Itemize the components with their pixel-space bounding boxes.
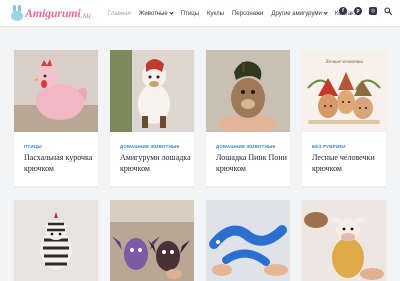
nav-item-characters[interactable]: Персонажи [232, 11, 263, 17]
post-category[interactable]: ДОМАШНИЕ ЖИВОТНЫЕ [216, 144, 276, 149]
nav-item-dolls[interactable]: Куклы [207, 11, 224, 17]
post-category[interactable]: БЕЗ РУБРИКИ [312, 144, 346, 149]
post-thumbnail[interactable] [302, 200, 386, 281]
post-thumbnail[interactable] [14, 50, 98, 132]
post-thumbnail[interactable] [110, 50, 194, 132]
main-nav: Главная Животные Птицы Куклы Персонажи Д… [108, 0, 369, 27]
nav-label: Куклы [206, 10, 224, 17]
nav-item-home[interactable]: Главная [108, 11, 131, 17]
post-card[interactable] [14, 200, 98, 281]
post-card[interactable] [206, 200, 290, 281]
post-card[interactable] [110, 200, 194, 281]
nav-item-other-amigurumi[interactable]: Другие амигуруми [271, 10, 328, 17]
nav-item-birds[interactable]: Птицы [181, 11, 199, 17]
logo-tld: .su [80, 9, 91, 20]
post-category[interactable]: ДОМАШНИЕ ЖИВОТНЫЕ [120, 144, 180, 149]
nav-item-animals[interactable]: Животные [138, 10, 174, 17]
pinterest-icon[interactable]: p [354, 7, 362, 15]
post-title[interactable]: Лошадка Пинк Пони крючком [216, 152, 290, 174]
post-thumbnail[interactable] [206, 200, 290, 281]
post-thumbnail[interactable] [110, 200, 194, 281]
site-logo[interactable]: Amigurumi .su [10, 5, 91, 21]
nav-label: Персонажи [231, 10, 264, 17]
post-thumbnail[interactable]: Лесные человечки [302, 50, 386, 132]
chevron-down-icon [169, 10, 174, 15]
post-card[interactable]: ПТИЦЫ Пасхальная курочка крючком [14, 50, 98, 186]
post-card[interactable]: ДОМАШНИЕ ЖИВОТНЫЕ Лошадка Пинк Пони крюч… [206, 50, 290, 186]
site-header: Amigurumi .su Главная Животные Птицы Кук… [0, 0, 400, 27]
post-category[interactable]: ПТИЦЫ [24, 144, 42, 149]
nav-label: Животные [138, 10, 168, 17]
nav-label: Главная [108, 10, 131, 17]
post-thumbnail[interactable] [206, 50, 290, 132]
chevron-down-icon [323, 10, 328, 15]
post-title[interactable]: Амигуруми лошадка крючком [120, 152, 194, 174]
image-caption: Лесные человечки [324, 60, 363, 65]
post-card[interactable] [302, 200, 386, 281]
post-thumbnail[interactable] [14, 200, 98, 281]
post-card[interactable]: Лесные человечки БЕЗ РУБРИКИ Лесные чело… [302, 50, 386, 186]
post-card[interactable]: ДОМАШНИЕ ЖИВОТНЫЕ Амигуруми лошадка крюч… [110, 50, 194, 186]
search-icon[interactable] [384, 7, 392, 15]
nav-label: Птицы [180, 10, 199, 17]
post-title[interactable]: Пасхальная курочка крючком [24, 152, 98, 174]
nav-label: Другие амигуруми [271, 10, 322, 17]
bunny-logo-icon [10, 5, 24, 21]
post-title[interactable]: Лесные человечки крючком [312, 152, 386, 174]
facebook-icon[interactable]: f [339, 7, 347, 15]
logo-text: Amigurumi [25, 5, 81, 20]
social-links: f p ◎ [332, 7, 392, 15]
instagram-icon[interactable]: ◎ [369, 7, 377, 15]
